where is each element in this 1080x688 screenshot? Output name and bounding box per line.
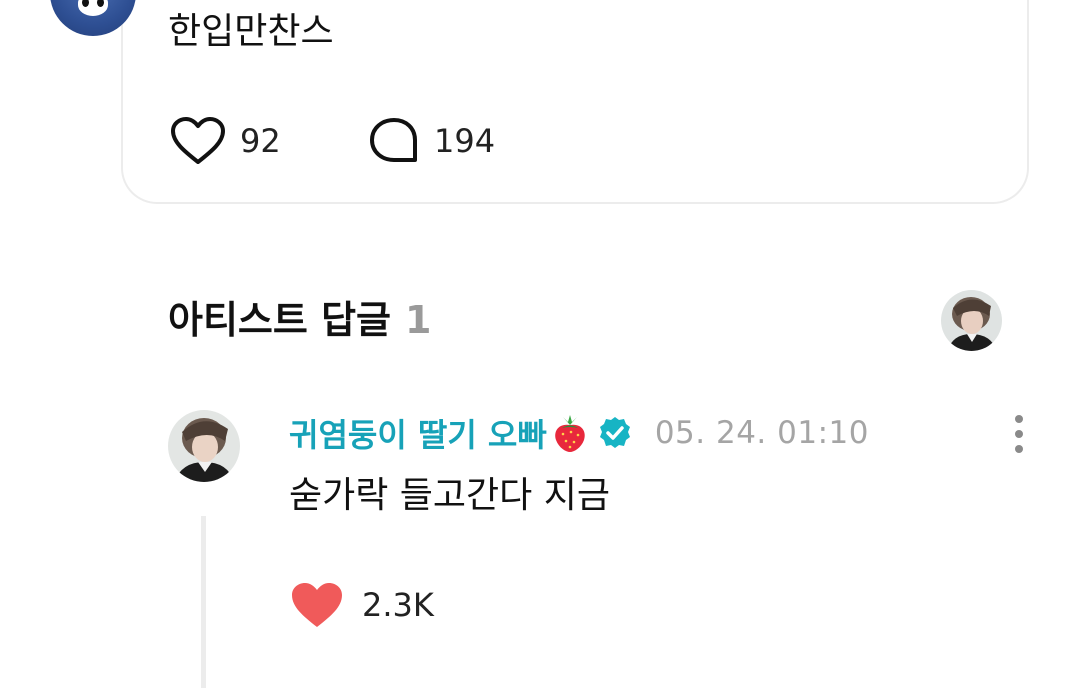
reply-text: 숟가락 들고간다 지금 [289,475,610,516]
comment-bubble-icon [370,118,417,162]
more-dot [1015,430,1023,438]
reply-thread-line [201,516,206,688]
more-options-icon[interactable] [1004,412,1034,456]
artist-avatar-small[interactable] [941,290,1002,351]
reply-author-avatar[interactable] [168,410,240,482]
post-detail-screen: 한입만찬스 92 194 아티스트 답글 1 귀염둥이 딸기 오빠 05. 24… [0,0,1080,688]
reply-like-button[interactable]: 2.3K [290,578,434,632]
reply-like-count: 2.3K [362,586,434,624]
heart-filled-icon [292,583,342,627]
post-comment-count: 194 [434,122,496,160]
verified-badge-icon [599,417,630,448]
reply-header: 귀염둥이 딸기 오빠 05. 24. 01:10 [289,411,869,455]
reply-timestamp: 05. 24. 01:10 [654,415,869,451]
avatar-character-face [78,0,108,16]
more-dot [1015,415,1023,423]
post-text: 한입만찬스 [168,11,334,52]
heart-outline-icon [171,117,225,164]
more-dot [1015,445,1023,453]
strawberry-icon [555,415,585,452]
artist-photo-icon [168,410,240,482]
artist-reply-title: 아티스트 답글 [168,298,391,342]
post-like-count: 92 [240,122,281,160]
artist-photo-icon [941,290,1002,351]
artist-reply-count: 1 [405,298,432,342]
post-like-button[interactable]: 92 [170,114,281,168]
post-comment-button[interactable]: 194 [368,114,495,168]
reply-author-name[interactable]: 귀염둥이 딸기 오빠 [289,410,547,456]
artist-reply-heading: 아티스트 답글 1 [168,296,431,344]
